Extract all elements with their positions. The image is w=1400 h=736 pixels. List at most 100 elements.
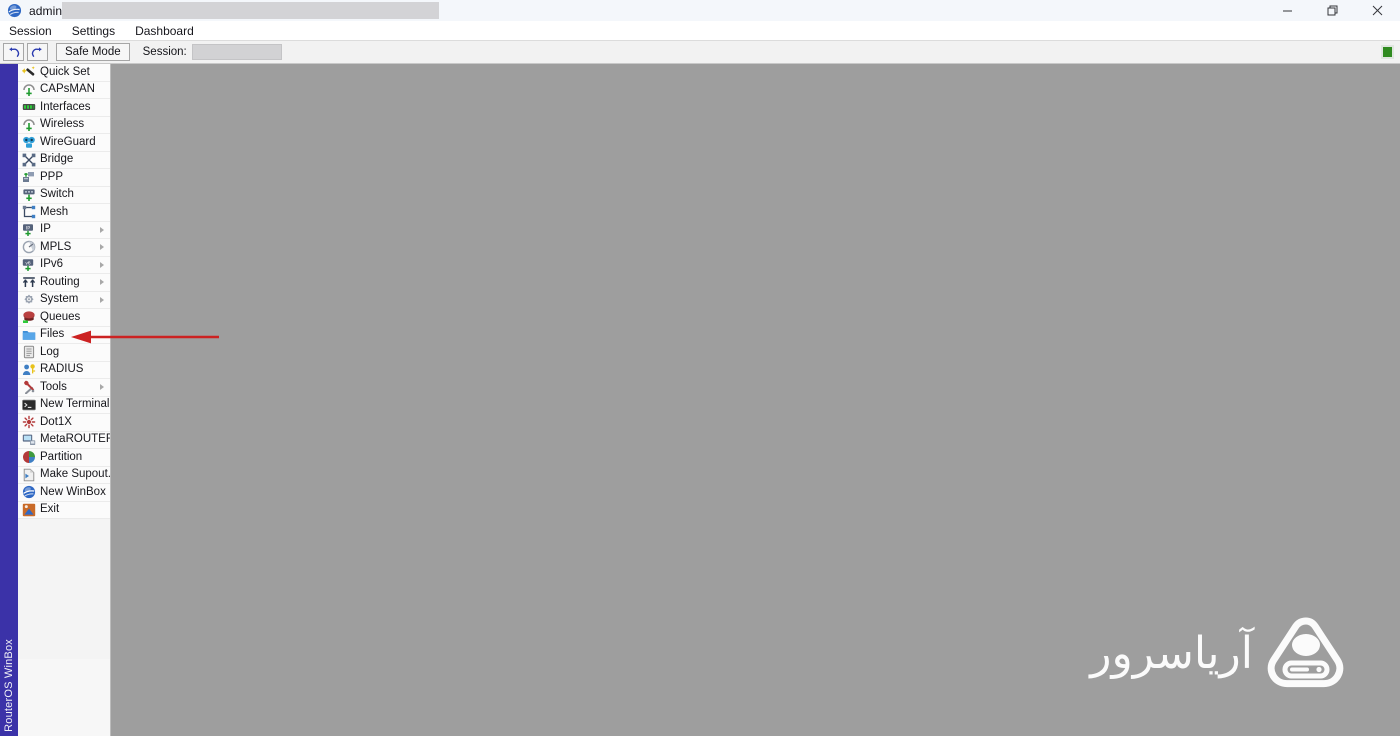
toolbar: Safe Mode Session:	[0, 40, 1400, 64]
sidebar-item-ipv6[interactable]: v6 IPv6	[18, 256, 110, 274]
sidebar-item-queues[interactable]: Queues	[18, 309, 110, 327]
sidebar-item-label: Interfaces	[40, 100, 91, 113]
menu-bar: Session Settings Dashboard	[0, 21, 1400, 40]
sidebar-item-mpls[interactable]: MPLS	[18, 239, 110, 257]
sidebar-item-label: New Terminal	[40, 398, 110, 410]
sidebar-empty-area	[18, 519, 110, 659]
sidebar-item-interfaces[interactable]: Interfaces	[18, 99, 110, 117]
ppp-icon	[21, 170, 36, 185]
bridge-icon	[21, 152, 36, 167]
safe-mode-button[interactable]: Safe Mode	[56, 43, 130, 61]
chevron-right-icon	[100, 261, 104, 268]
chevron-right-icon	[100, 384, 104, 391]
sidebar-item-wireguard[interactable]: WireGuard	[18, 134, 110, 152]
ip-icon: IP	[21, 222, 36, 237]
sidebar-item-label: Bridge	[40, 153, 74, 165]
close-button[interactable]	[1355, 0, 1400, 21]
sidebar-item-ip[interactable]: IP IP	[18, 221, 110, 239]
main-content-area[interactable]: آریاسرور	[111, 64, 1400, 736]
exit-icon	[21, 502, 36, 517]
window-controls	[1265, 0, 1400, 21]
sidebar-item-label: Files	[40, 328, 65, 340]
sidebar-item-label: Tools	[40, 380, 67, 393]
restore-icon	[1327, 5, 1338, 16]
wireguard-icon	[21, 135, 36, 150]
sidebar-item-new-terminal[interactable]: New Terminal	[18, 396, 110, 414]
sidebar-item-label: RADIUS	[40, 363, 84, 375]
sidebar-item-label: MPLS	[40, 240, 72, 253]
undo-button[interactable]	[3, 43, 24, 61]
sidebar-item-exit[interactable]: Exit	[18, 501, 110, 519]
sidebar-item-label: WireGuard	[40, 135, 96, 148]
title-bar: admin@	[0, 0, 1400, 22]
sidebar-menu: Quick Set CAPsMAN Interfaces Wireless WireGu…	[18, 64, 111, 736]
dot1x-icon	[21, 415, 36, 430]
sidebar-item-files[interactable]: Files	[18, 326, 110, 344]
folder-icon	[21, 327, 36, 342]
log-icon	[21, 345, 36, 360]
chevron-right-icon	[100, 279, 104, 286]
interfaces-icon	[21, 100, 36, 115]
sidebar-item-label: IPv6	[40, 258, 64, 270]
chevron-right-icon	[100, 244, 104, 251]
session-label: Session:	[142, 46, 187, 58]
sidebar-item-radius[interactable]: RADIUS	[18, 361, 110, 379]
sidebar-item-label: Wireless	[40, 118, 85, 130]
sidebar-item-label: Exit	[40, 503, 60, 515]
magic-wand-icon	[21, 65, 36, 80]
new-winbox-icon	[21, 485, 36, 500]
supout-icon	[21, 467, 36, 482]
sidebar-item-dot1x[interactable]: Dot1X	[18, 414, 110, 432]
sidebar-item-label: Partition	[40, 450, 83, 463]
sidebar-item-label: Mesh	[40, 205, 69, 218]
system-gear-icon	[21, 292, 36, 307]
sidebar-item-quick-set[interactable]: Quick Set	[18, 64, 110, 82]
queues-icon	[21, 310, 36, 325]
partition-icon	[21, 450, 36, 465]
sidebar-item-label: New WinBox	[40, 485, 106, 498]
sidebar-item-label: Quick Set	[40, 65, 90, 78]
antenna-icon	[21, 82, 36, 97]
aria-server-logo-icon	[1267, 617, 1344, 688]
radius-icon	[21, 362, 36, 377]
sidebar-item-make-supout-rif[interactable]: Make Supout.rif	[18, 466, 110, 484]
sidebar-item-mesh[interactable]: Mesh	[18, 204, 110, 222]
svg-text:v6: v6	[25, 260, 31, 266]
winbox-window: admin@ Session Settings Dashboard Safe M…	[0, 0, 1400, 736]
maximize-button[interactable]	[1310, 0, 1355, 21]
sidebar-item-list: Quick Set CAPsMAN Interfaces Wireless WireGu…	[18, 64, 110, 519]
minimize-button[interactable]	[1265, 0, 1310, 21]
redo-button[interactable]	[27, 43, 48, 61]
minimize-icon	[1283, 10, 1292, 12]
switch-icon	[21, 187, 36, 202]
sidebar-item-wireless[interactable]: Wireless	[18, 116, 110, 134]
sidebar-item-metarouter[interactable]: MetaROUTER	[18, 431, 110, 449]
redo-icon	[31, 46, 42, 57]
sidebar-item-routing[interactable]: Routing	[18, 274, 110, 292]
rail-label: RouterOS WinBox	[3, 639, 15, 732]
close-icon	[1372, 5, 1383, 16]
watermark: آریاسرور	[1090, 617, 1345, 691]
sidebar-item-tools[interactable]: Tools	[18, 379, 110, 397]
menu-session[interactable]: Session	[7, 22, 61, 40]
host-redaction-bar	[62, 2, 439, 19]
sidebar-item-label: CAPsMAN	[40, 83, 95, 95]
sidebar-item-switch[interactable]: Switch	[18, 186, 110, 204]
sidebar-item-capsman[interactable]: CAPsMAN	[18, 81, 110, 99]
sidebar-item-log[interactable]: Log	[18, 344, 110, 362]
metarouter-icon	[21, 432, 36, 447]
sidebar-item-new-winbox[interactable]: New WinBox	[18, 484, 110, 502]
winbox-globe-icon	[7, 3, 22, 18]
sidebar-item-bridge[interactable]: Bridge	[18, 151, 110, 169]
sidebar-item-partition[interactable]: Partition	[18, 449, 110, 467]
mesh-icon	[21, 205, 36, 220]
sidebar-item-label: Dot1X	[40, 415, 72, 428]
sidebar-item-ppp[interactable]: PPP	[18, 169, 110, 187]
menu-settings[interactable]: Settings	[70, 22, 124, 40]
sidebar-item-label: System	[40, 293, 79, 305]
menu-dashboard[interactable]: Dashboard	[133, 22, 203, 40]
session-input[interactable]	[191, 44, 282, 60]
chevron-right-icon	[100, 296, 104, 303]
sidebar-item-system[interactable]: System	[18, 291, 110, 309]
routing-icon	[21, 275, 36, 290]
